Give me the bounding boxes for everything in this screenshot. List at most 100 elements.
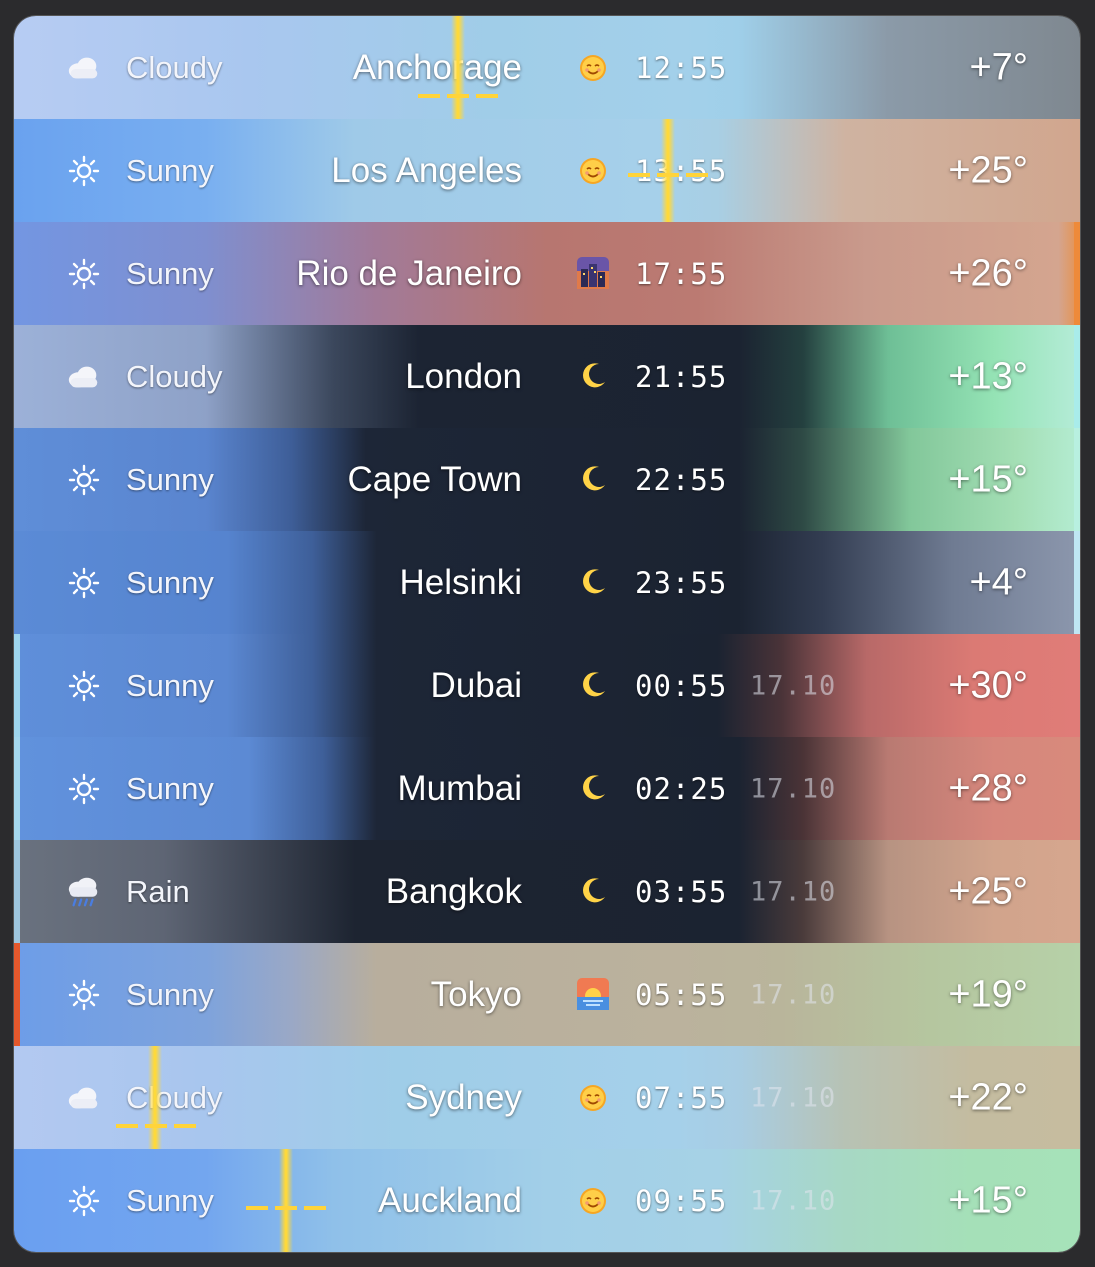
sun-face-icon: [576, 51, 610, 85]
cloud-icon: [66, 50, 102, 86]
city-row[interactable]: Sunny Mumbai 02:25 17.10 +28°: [14, 737, 1080, 840]
local-time: 17:55: [635, 256, 728, 291]
temperature: +13°: [948, 355, 1028, 397]
city-name: Bangkok: [385, 871, 522, 911]
city-row[interactable]: Sunny Tokyo 05:55 17.10 +19°: [14, 943, 1080, 1046]
city-row[interactable]: Sunny Los Angeles 13:55 +25°: [14, 119, 1080, 222]
sun-position-dash: [246, 1206, 326, 1210]
condition-label: Sunny: [126, 461, 214, 497]
city-row[interactable]: Cloudy Sydney 07:55 17.10 +22°: [14, 1046, 1080, 1149]
local-date: 17.10: [750, 1082, 837, 1113]
city-row[interactable]: Cloudy Anchorage 12:55 +7°: [14, 16, 1080, 119]
condition-label: Sunny: [126, 770, 214, 806]
local-date: 17.10: [750, 1185, 837, 1216]
edge-indicator: [1074, 428, 1080, 531]
sun-face-icon: [576, 1081, 610, 1115]
city-row[interactable]: Sunny Dubai 00:55 17.10 +30°: [14, 634, 1080, 737]
city-row[interactable]: Cloudy London 21:55 +13°: [14, 325, 1080, 428]
city-row[interactable]: Sunny Rio de Janeiro 17:55 +26°: [14, 222, 1080, 325]
condition-label: Rain: [126, 873, 190, 909]
temperature: +30°: [948, 664, 1028, 706]
city-row[interactable]: Sunny Helsinki 23:55 +4°: [14, 531, 1080, 634]
sun-face-icon: [576, 1184, 610, 1218]
edge-indicator: [14, 634, 20, 737]
temperature: +19°: [948, 973, 1028, 1015]
local-date: 17.10: [750, 670, 837, 701]
city-name: Rio de Janeiro: [296, 253, 522, 293]
city-name: Auckland: [378, 1180, 522, 1220]
local-time: 07:55: [635, 1080, 728, 1115]
moon-icon: [576, 875, 610, 909]
temperature: +7°: [969, 46, 1028, 88]
moon-icon: [576, 360, 610, 394]
city-name: Sydney: [405, 1077, 522, 1117]
condition-label: Sunny: [126, 152, 214, 188]
cloud-icon: [66, 1080, 102, 1116]
city-name: Tokyo: [430, 974, 522, 1014]
local-date: 17.10: [750, 773, 837, 804]
temperature: +22°: [948, 1076, 1028, 1118]
city-name: Anchorage: [352, 47, 522, 87]
moon-icon: [576, 669, 610, 703]
sun-position-marker: [148, 1046, 162, 1149]
edge-indicator: [1074, 531, 1080, 634]
local-time: 21:55: [635, 359, 728, 394]
local-time: 05:55: [635, 977, 728, 1012]
temperature: +25°: [948, 149, 1028, 191]
edge-indicator: [14, 943, 20, 1046]
city-name: London: [405, 356, 522, 396]
sun-outline-icon: [66, 771, 102, 807]
sun-outline-icon: [66, 977, 102, 1013]
temperature: +4°: [969, 561, 1028, 603]
world-clock-panel: Cloudy Anchorage 12:55 +7° Sunny Los Angeles 1…: [14, 16, 1080, 1252]
sun-face-icon: [576, 154, 610, 188]
edge-indicator: [1074, 325, 1080, 428]
sun-outline-icon: [66, 256, 102, 292]
city-name: Cape Town: [347, 459, 522, 499]
temperature: +15°: [948, 1179, 1028, 1221]
local-time: 23:55: [635, 565, 728, 600]
sun-position-dash: [418, 94, 498, 98]
condition-label: Sunny: [126, 667, 214, 703]
local-time: 02:25: [635, 771, 728, 806]
city-row[interactable]: Rain Bangkok 03:55 17.10 +25°: [14, 840, 1080, 943]
local-date: 17.10: [750, 979, 837, 1010]
temperature: +15°: [948, 458, 1028, 500]
city-name: Dubai: [430, 665, 522, 705]
temperature: +26°: [948, 252, 1028, 294]
condition-label: Cloudy: [126, 49, 223, 85]
city-name: Mumbai: [397, 768, 522, 808]
edge-indicator: [14, 737, 20, 840]
condition-label: Sunny: [126, 255, 214, 291]
sun-outline-icon: [66, 668, 102, 704]
sun-outline-icon: [66, 565, 102, 601]
local-time: 09:55: [635, 1183, 728, 1218]
condition-label: Cloudy: [126, 358, 223, 394]
cloud-icon: [66, 359, 102, 395]
temperature: +28°: [948, 767, 1028, 809]
city-name: Helsinki: [399, 562, 522, 602]
local-time: 03:55: [635, 874, 728, 909]
rain-cloud-icon: [66, 874, 102, 910]
sun-outline-icon: [66, 1183, 102, 1219]
sun-outline-icon: [66, 153, 102, 189]
edge-indicator: [1074, 222, 1080, 325]
sun-position-marker: [451, 16, 465, 119]
sun-position-dash: [628, 173, 708, 177]
dusk-city-icon: [576, 256, 610, 291]
edge-indicator: [14, 840, 20, 943]
moon-icon: [576, 772, 610, 806]
sun-outline-icon: [66, 462, 102, 498]
city-name: Los Angeles: [331, 150, 522, 190]
moon-icon: [576, 566, 610, 600]
city-row[interactable]: Sunny Auckland 09:55 17.10 +15°: [14, 1149, 1080, 1252]
local-date: 17.10: [750, 876, 837, 907]
city-row[interactable]: Sunny Cape Town 22:55 +15°: [14, 428, 1080, 531]
sun-position-marker: [661, 119, 675, 222]
sun-position-marker: [279, 1149, 293, 1252]
local-time: 00:55: [635, 668, 728, 703]
sunrise-icon: [576, 977, 610, 1012]
condition-label: Sunny: [126, 564, 214, 600]
condition-label: Cloudy: [126, 1079, 223, 1115]
local-time: 12:55: [635, 50, 728, 85]
